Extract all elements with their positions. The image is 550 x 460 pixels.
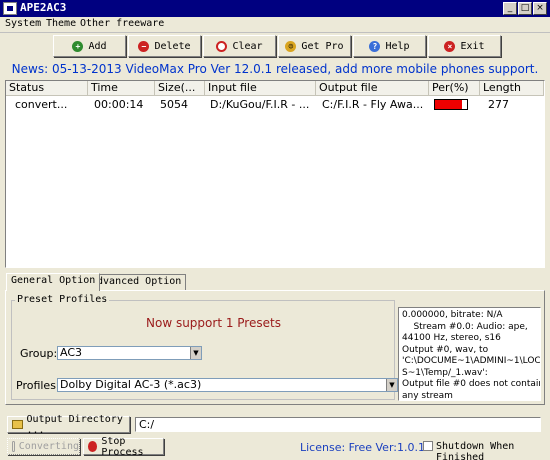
progress-bar-fill [435,100,463,109]
output-directory-button[interactable]: Output Directory ... [7,413,130,436]
delete-icon: − [138,40,150,52]
column-header-percent[interactable]: Per(%) [429,81,480,96]
cell-output-file: C:/F.I.R - Fly Awa... [322,98,424,111]
news-ticker[interactable]: News: 05-13-2013 VideoMax Pro Ver 12.0.1… [0,62,550,76]
exit-button-label: Exit [460,40,485,52]
stop-process-label: Stop Process [101,435,144,458]
log-line: 'C:\DOCUME~1\ADMINI~1\LOCAL [402,356,541,366]
tab-advanced-option[interactable]: Advanced Option [86,274,187,290]
chevron-down-icon[interactable]: ▼ [190,347,201,359]
get-pro-icon: ☺ [285,40,297,52]
log-line: Output file #0 does not contain [402,379,541,389]
log-line: S~1\Temp/_1.wav': [402,367,488,378]
clear-button-label: Clear [232,40,263,52]
add-button[interactable]: + Add [53,35,126,57]
log-line: Stream #0.0: Audio: ape, [402,321,528,332]
exit-icon: × [444,40,456,52]
log-line: 44100 Hz, stereo, s16 [402,333,501,343]
add-icon: + [72,40,84,52]
cell-size: 5054 [160,98,188,111]
group-select-value: AC3 [60,346,83,359]
window-title: APE2AC3 [20,1,67,14]
column-header-input-file[interactable]: Input file [205,81,316,96]
folder-icon [12,420,23,429]
help-button-label: Help [385,40,410,52]
converting-label: Converting [18,441,79,452]
stop-icon [88,441,98,452]
log-line: Output #0, wav, to [402,344,489,355]
progress-bar [434,99,468,110]
reel-icon [12,441,15,452]
cell-time: 00:00:14 [94,98,144,111]
add-button-label: Add [88,40,107,52]
help-icon: ? [369,40,381,52]
exit-button[interactable]: × Exit [428,35,501,57]
output-directory-label: Output Directory ... [26,413,123,436]
license-text: License: Free Ver:1.0.1 [300,441,425,454]
profiles-label: Profiles: [16,379,60,392]
column-header-length[interactable]: Length [480,81,544,96]
shutdown-checkbox[interactable] [423,441,433,451]
minimize-icon[interactable]: _ [503,2,517,15]
column-header-time[interactable]: Time [88,81,155,96]
title-bar: APE2AC3 _ □ × [0,0,550,17]
menu-system[interactable]: System [5,18,41,29]
shutdown-label[interactable]: Shutdown When Finished [436,441,550,460]
group-label: Group: [20,347,58,360]
clear-button[interactable]: Clear [203,35,276,57]
column-header-size[interactable]: Size(... [155,81,205,96]
clear-icon [216,40,228,52]
close-icon[interactable]: × [533,2,547,15]
output-path-field[interactable]: C:/ [135,417,541,432]
chevron-down-icon[interactable]: ▼ [386,379,397,391]
menu-other-freeware[interactable]: Other freeware [80,18,164,29]
preset-profiles-label: Preset Profiles [15,294,110,305]
delete-button-label: Delete [154,40,191,52]
get-pro-button-label: Get Pro [301,40,344,52]
menu-theme[interactable]: Theme [46,18,76,29]
log-output[interactable]: 0.000000, bitrate: N/A Stream #0.0: Audi… [398,307,541,401]
stop-process-button[interactable]: Stop Process [83,435,164,458]
log-line: 0.000000, bitrate: N/A [402,310,503,320]
support-text: Now support 1 Presets [146,316,281,330]
profiles-select-value: Dolby Digital AC-3 (*.ac3) [60,378,202,391]
log-line: any stream [402,390,453,401]
help-button[interactable]: ? Help [353,35,426,57]
converting-button[interactable]: Converting [7,438,80,455]
column-header-output-file[interactable]: Output file [316,81,429,96]
cell-length: 277 [488,98,509,111]
app-icon [3,2,17,15]
delete-button[interactable]: − Delete [128,35,201,57]
task-list[interactable]: Status Time Size(... Input file Output f… [5,80,545,268]
tab-general-option[interactable]: General Option [6,273,101,291]
cell-input-file: D:/KuGou/F.I.R - ... [210,98,310,111]
cell-status: convert... [15,98,68,111]
column-header-status[interactable]: Status [6,81,88,96]
group-select[interactable]: AC3 ▼ [57,346,202,360]
get-pro-button[interactable]: ☺ Get Pro [278,35,351,57]
maximize-icon[interactable]: □ [518,2,532,15]
menu-bar: System Theme Other freeware [0,17,550,33]
profiles-select[interactable]: Dolby Digital AC-3 (*.ac3) ▼ [57,378,398,392]
